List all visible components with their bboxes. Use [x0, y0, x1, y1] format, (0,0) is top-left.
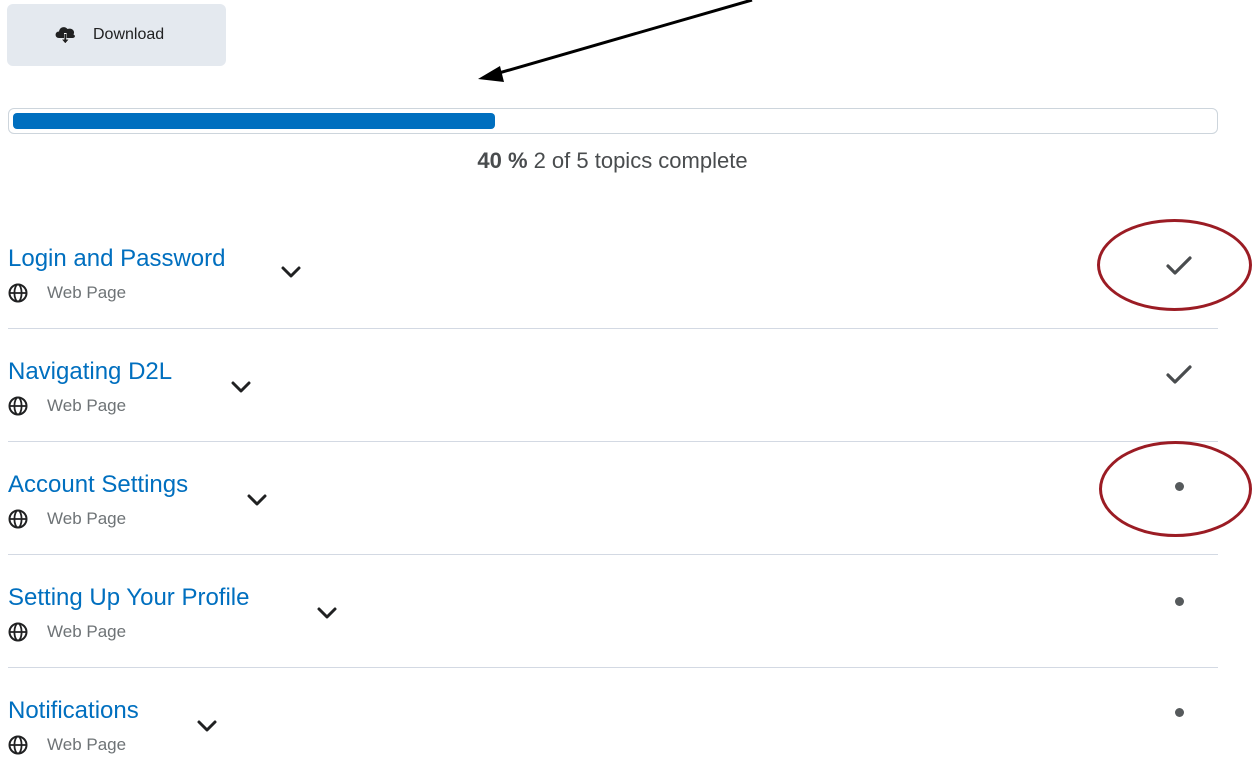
chevron-down-icon[interactable]	[246, 493, 268, 507]
topic-title[interactable]: Navigating D2L	[8, 358, 172, 386]
status-incomplete	[1164, 586, 1194, 616]
topic-row: Navigating D2L Web Page	[8, 330, 1218, 442]
status-complete	[1164, 251, 1194, 281]
topic-type: Web Page	[8, 509, 126, 529]
topic-type-label: Web Page	[47, 283, 127, 302]
topic-title[interactable]: Account Settings	[8, 471, 188, 499]
topic-type: Web Page	[8, 283, 126, 303]
checkmark-icon	[1166, 365, 1192, 384]
cloud-download-icon	[53, 24, 77, 46]
globe-icon	[8, 283, 28, 303]
dot-icon	[1174, 707, 1184, 717]
topic-row: Notifications Web Page	[8, 669, 1218, 781]
topic-title[interactable]: Notifications	[8, 697, 139, 725]
topic-title[interactable]: Setting Up Your Profile	[8, 584, 250, 612]
topic-type: Web Page	[8, 735, 126, 755]
chevron-down-icon[interactable]	[316, 606, 338, 620]
dot-icon	[1174, 596, 1184, 606]
globe-icon	[8, 622, 28, 642]
progress-topics-complete: 2 of 5 topics complete	[533, 148, 748, 173]
globe-icon	[8, 509, 28, 529]
topic-type: Web Page	[8, 396, 126, 416]
download-label: Download	[93, 26, 165, 43]
progress-fill	[13, 113, 495, 129]
status-complete	[1164, 360, 1194, 390]
chevron-down-icon[interactable]	[280, 265, 302, 279]
topic-type-label: Web Page	[47, 396, 127, 415]
status-incomplete	[1164, 471, 1194, 501]
topic-title[interactable]: Login and Password	[8, 245, 225, 273]
status-incomplete	[1164, 697, 1194, 727]
dot-icon	[1174, 481, 1184, 491]
topic-type-label: Web Page	[47, 509, 127, 528]
topic-type-label: Web Page	[47, 735, 127, 754]
download-button[interactable]: Download	[7, 4, 226, 66]
topic-row: Account Settings Web Page	[8, 443, 1218, 555]
progress-percent: 40 %	[477, 148, 528, 173]
progress-bar	[8, 108, 1218, 134]
topic-type: Web Page	[8, 622, 126, 642]
topic-row: Login and Password Web Page	[8, 217, 1218, 329]
chevron-down-icon[interactable]	[196, 719, 218, 733]
chevron-down-icon[interactable]	[230, 380, 252, 394]
globe-icon	[8, 735, 28, 755]
topic-type-label: Web Page	[47, 622, 127, 641]
checkmark-icon	[1166, 256, 1192, 275]
progress-summary: 40 % 2 of 5 topics complete	[0, 148, 1225, 174]
globe-icon	[8, 396, 28, 416]
topic-row: Setting Up Your Profile Web Page	[8, 556, 1218, 668]
